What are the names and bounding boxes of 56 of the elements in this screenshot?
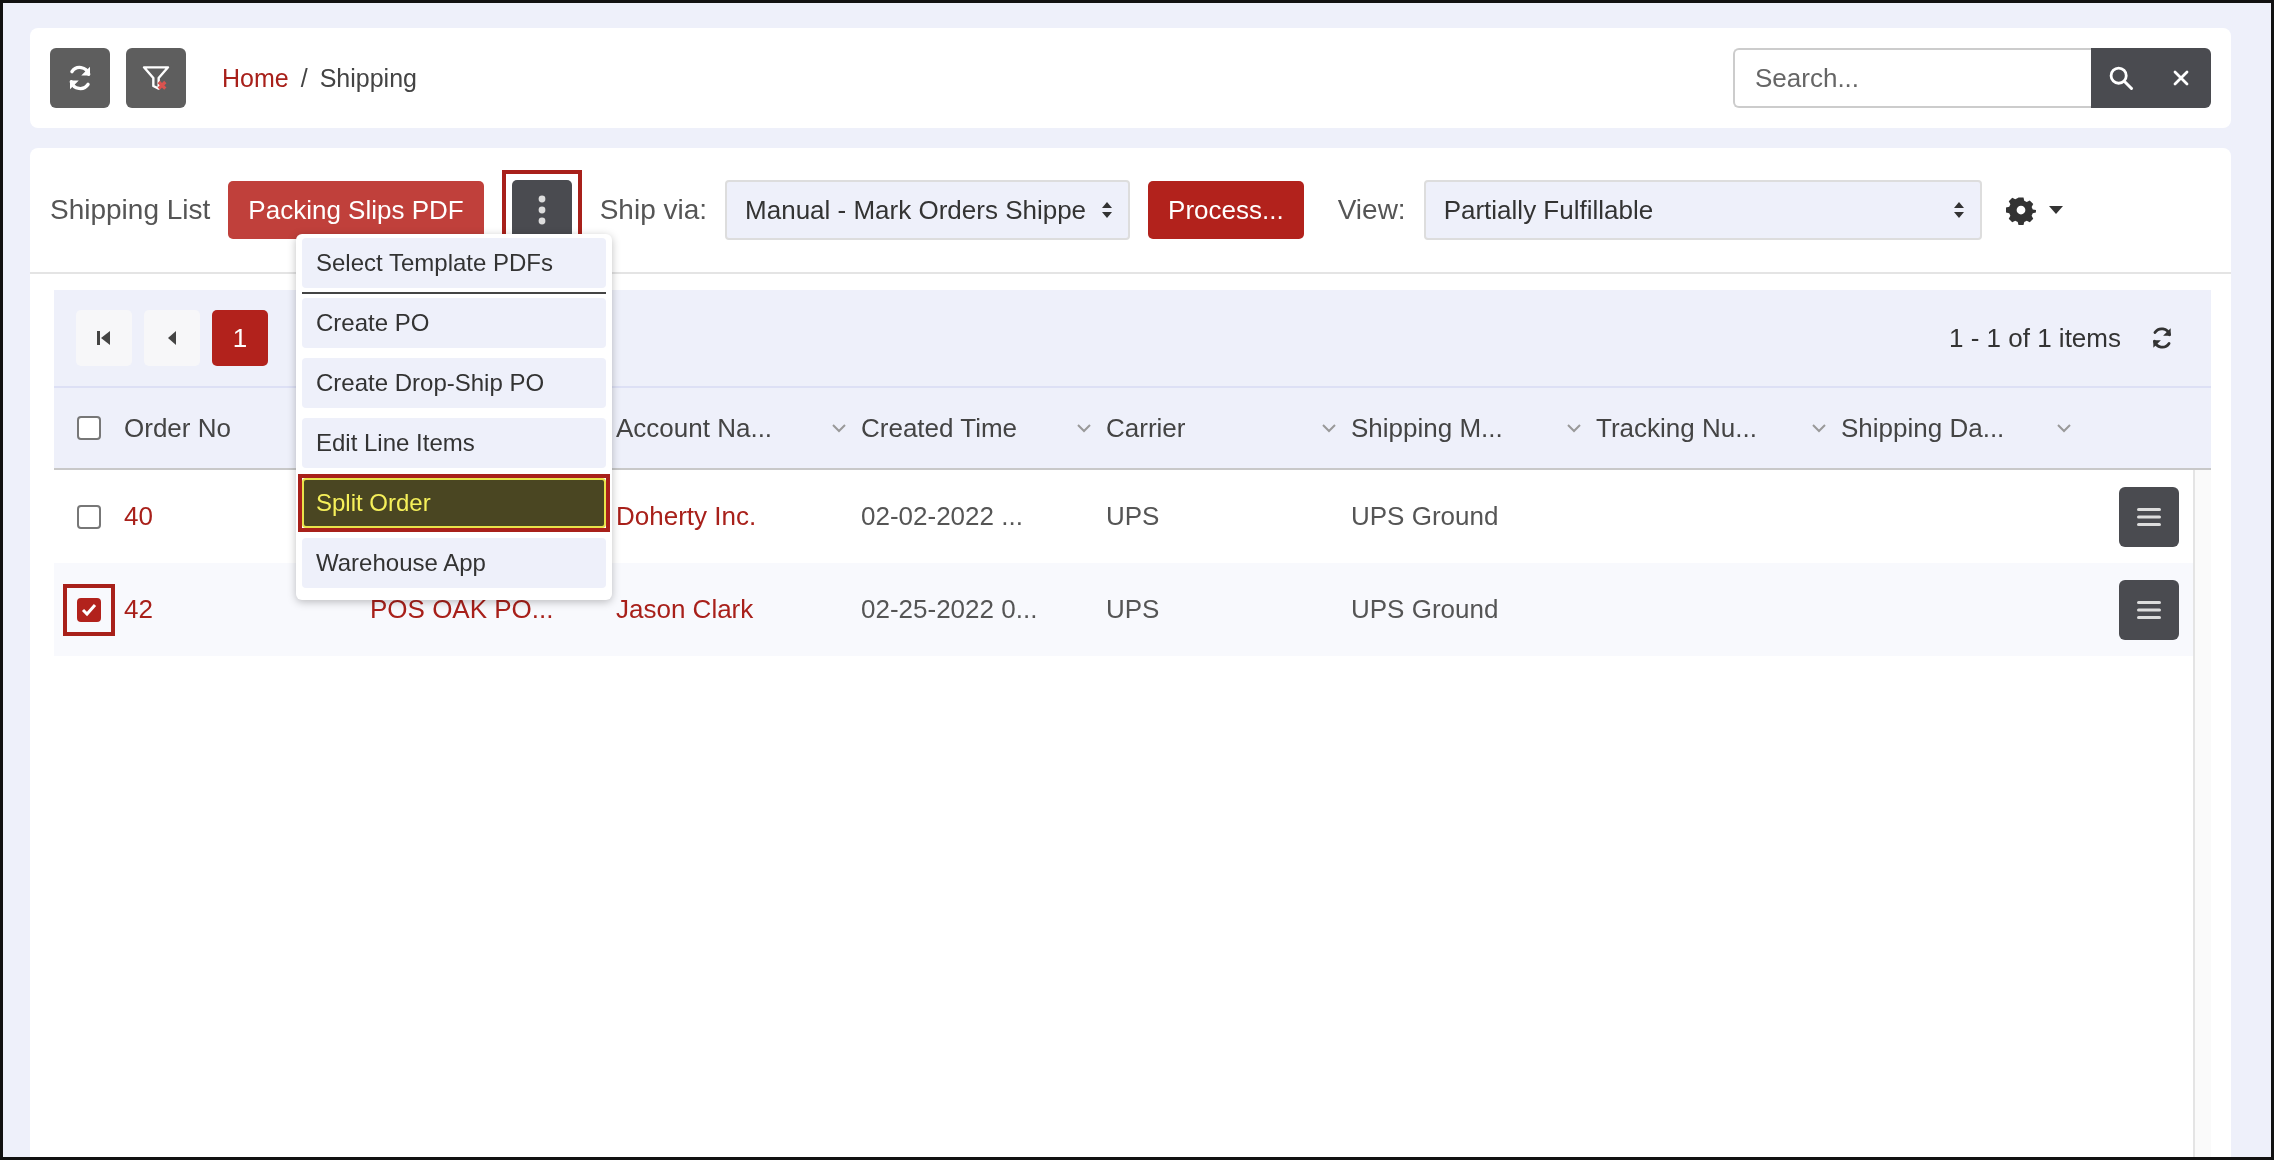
menu-icon <box>2136 505 2162 528</box>
row-menu-button[interactable] <box>2119 486 2179 547</box>
list-title: Shipping List <box>50 194 211 226</box>
menu-item[interactable]: Edit Line Items <box>302 418 606 468</box>
table-cell: UPS Ground <box>1351 594 1499 625</box>
menu-icon <box>2136 598 2162 621</box>
search-button[interactable] <box>2091 48 2151 108</box>
search-icon <box>2107 64 2135 92</box>
breadcrumb-link[interactable]: Home <box>222 63 289 93</box>
process-button[interactable]: Process... <box>1148 181 1304 239</box>
menu-item[interactable]: Select Template PDFs <box>302 238 606 288</box>
table-link[interactable]: 40 <box>124 501 153 532</box>
ship-via-select[interactable]: Manual - Mark Orders Shippe <box>725 180 1131 240</box>
menu-item[interactable]: Create Drop-Ship PO <box>302 358 606 408</box>
table-cell: UPS Ground <box>1351 501 1499 532</box>
table-link[interactable]: Jason Clark <box>616 594 754 625</box>
view-label: View: <box>1337 194 1406 226</box>
column-header[interactable]: Shipping M... <box>1351 412 1503 444</box>
table-cell: UPS <box>1106 501 1160 532</box>
row-checkbox[interactable] <box>77 597 101 622</box>
breadcrumb-separator: / <box>300 63 308 93</box>
breadcrumb-current: Shipping <box>319 63 417 93</box>
select-all-checkbox[interactable] <box>77 416 101 440</box>
menu-item[interactable]: Split Order <box>302 478 606 528</box>
close-icon <box>2171 68 2191 88</box>
row-checkbox[interactable] <box>77 504 101 529</box>
previous-icon <box>166 329 178 347</box>
first-page-button[interactable] <box>76 310 132 366</box>
refresh-button[interactable] <box>50 48 110 108</box>
scrollbar[interactable] <box>2193 470 2211 1157</box>
column-header[interactable]: Created Time <box>861 412 1018 444</box>
view-select[interactable]: Partially Fulfillable <box>1423 180 1982 240</box>
table-link[interactable]: Doherty Inc. <box>616 501 757 532</box>
row-menu-button[interactable] <box>2119 579 2179 640</box>
column-header[interactable]: Carrier <box>1106 412 1186 444</box>
menu-item[interactable]: Warehouse App <box>302 538 606 588</box>
table-cell: UPS <box>1106 594 1160 625</box>
table-cell: 02-25-2022 0... <box>861 594 1038 625</box>
column-header[interactable]: Account Na... <box>616 412 773 444</box>
first-page-icon <box>96 329 112 347</box>
page-button[interactable]: 1 <box>212 310 268 366</box>
table-cell: 02-02-2022 ... <box>861 501 1023 532</box>
pager-info: 1 - 1 of 1 items <box>1949 322 2121 354</box>
settings-icon <box>2005 195 2036 225</box>
ship-via-label: Ship via: <box>599 194 708 226</box>
column-header[interactable]: Shipping Da... <box>1841 412 2005 444</box>
packing-slips-button[interactable]: Packing Slips PDF <box>228 181 484 239</box>
column-header[interactable]: Tracking Nu... <box>1596 412 1757 444</box>
table-link[interactable]: 42 <box>124 594 153 625</box>
clear-filter-button[interactable] <box>126 48 186 108</box>
column-header[interactable]: Order No <box>124 412 231 444</box>
search-field[interactable]: Search... <box>1733 48 2091 108</box>
caret-icon <box>2047 205 2064 215</box>
kebab-icon <box>536 194 547 226</box>
clear-search-button[interactable] <box>2151 48 2211 108</box>
menu-item[interactable]: Create PO <box>302 298 606 348</box>
